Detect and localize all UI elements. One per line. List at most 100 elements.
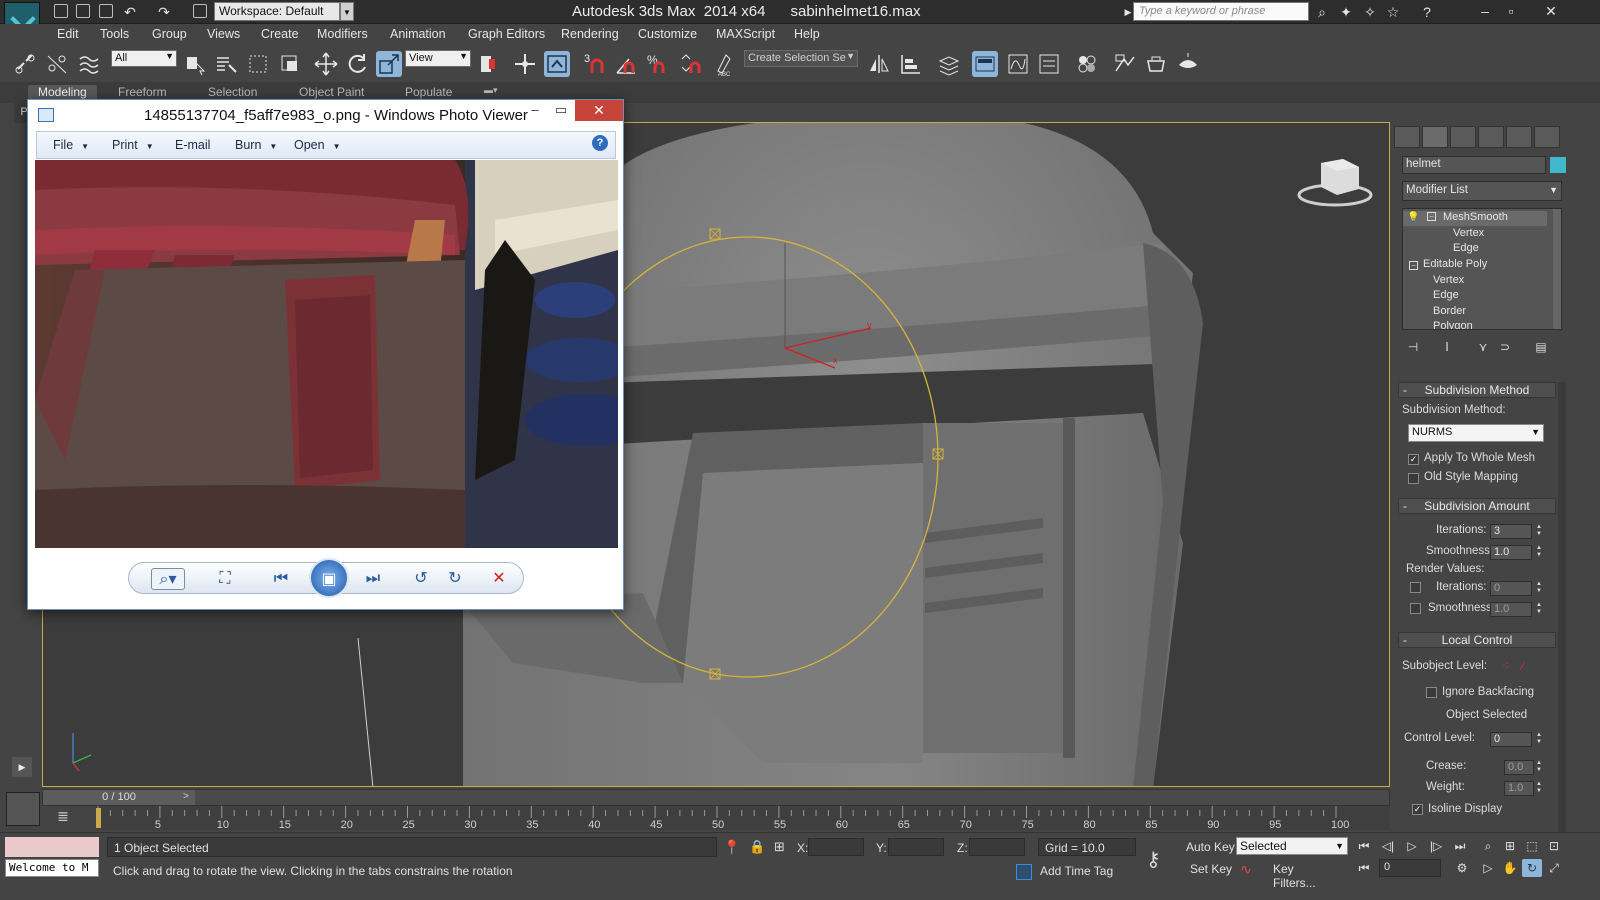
mini-curve-editor-button[interactable]	[6, 792, 40, 826]
actual-size-icon[interactable]: ⛶	[213, 568, 237, 590]
vertex-level-icon[interactable]: ⁖	[1502, 659, 1509, 673]
schematic-view-icon[interactable]	[1036, 51, 1062, 77]
track-bar-ruler[interactable]: 5 10 15 20 25 30 35 40 45 50 55 60 65 70 75 80 85 90 95 100	[96, 806, 1390, 831]
photo-viewer-titlebar[interactable]: 14855137704_f5aff7e983_o.png - Windows P…	[28, 100, 623, 130]
rotate-counterclockwise-icon[interactable]: ↺	[409, 568, 433, 590]
x-coordinate-field[interactable]	[808, 838, 864, 856]
spinner-arrows-icon[interactable]: ▲ ▼	[1536, 732, 1544, 747]
stack-item-vertex[interactable]: Vertex	[1403, 274, 1547, 289]
key-mode-toggle-icon[interactable]: ⏮	[1354, 859, 1374, 877]
spinner-arrows-icon[interactable]: ▲ ▼	[1536, 781, 1544, 796]
motion-tab-icon[interactable]	[1478, 126, 1504, 148]
tab-modeling[interactable]: Modeling	[28, 85, 97, 99]
menu-group[interactable]: Group	[152, 27, 187, 41]
set-key-icon[interactable]: ⚷	[1146, 847, 1161, 872]
slide-show-icon[interactable]: ▣	[309, 558, 349, 598]
expand-panel-icon[interactable]: ▶	[12, 757, 32, 777]
ignore-backfacing-checkbox[interactable]	[1426, 687, 1437, 698]
render-smoothness-checkbox[interactable]	[1410, 603, 1421, 614]
rollout-subdivision-amount[interactable]: - Subdivision Amount	[1398, 498, 1556, 514]
search-input[interactable]: Type a keyword or phrase	[1133, 2, 1309, 21]
angle-snap-icon[interactable]	[613, 51, 639, 77]
time-slider[interactable]: 0 / 100	[43, 790, 195, 805]
key-curve-icon[interactable]: ∿	[1240, 861, 1252, 878]
stack-item-editable-poly[interactable]: Editable Poly	[1403, 258, 1547, 273]
isoline-display-checkbox[interactable]: ✓	[1412, 804, 1423, 815]
select-and-link-icon[interactable]	[12, 51, 38, 77]
menu-views[interactable]: Views	[207, 27, 240, 41]
y-coordinate-field[interactable]	[888, 838, 944, 856]
menu-create[interactable]: Create	[261, 27, 299, 41]
zoom-extents-icon[interactable]: ⬚	[1522, 837, 1542, 855]
named-selection-sets-select[interactable]: Create Selection Se ▼	[744, 50, 858, 67]
stack-item-vertex[interactable]: Vertex	[1403, 227, 1547, 242]
subdivision-method-select[interactable]: NURMS ▼	[1408, 424, 1544, 442]
time-slider-track[interactable]: < 0 / 100 >	[42, 789, 1390, 806]
pv-help-icon[interactable]: ?	[592, 135, 608, 151]
minimize-button[interactable]: –	[1474, 2, 1496, 20]
go-to-end-icon[interactable]: ⏭	[1450, 837, 1470, 855]
iterations-spinner[interactable]: 3	[1490, 524, 1532, 539]
undo-icon[interactable]: ↶	[122, 4, 138, 20]
zoom-extents-all-icon[interactable]: ⊡	[1544, 837, 1564, 855]
rendered-frame-window-icon[interactable]	[1143, 51, 1169, 77]
crease-spinner[interactable]: 0.0	[1504, 760, 1534, 775]
render-iterations-checkbox[interactable]	[1410, 582, 1421, 593]
previous-key-icon[interactable]: ◁|	[1378, 837, 1398, 855]
zoom-icon[interactable]: ⌕▾	[151, 568, 185, 590]
rollout-subdivision-method[interactable]: - Subdivision Method	[1398, 382, 1556, 398]
object-color-swatch[interactable]	[1550, 157, 1566, 173]
maximize-button[interactable]: ▫	[1500, 2, 1522, 20]
display-tab-icon[interactable]	[1506, 126, 1532, 148]
render-iterations-spinner[interactable]: 0	[1490, 581, 1532, 596]
select-and-manipulate-icon[interactable]	[512, 51, 538, 77]
key-mode-select[interactable]: Selected ▼	[1236, 837, 1348, 855]
maximize-viewport-icon[interactable]: ⤢	[1544, 859, 1564, 877]
orbit-icon[interactable]: ↻	[1522, 859, 1542, 877]
pv-menu-print[interactable]: Print ▼	[112, 138, 154, 152]
smoothness-spinner[interactable]: 1.0	[1490, 545, 1532, 560]
photo-viewer-maximize-button[interactable]: ▭	[550, 102, 572, 120]
spinner-arrows-icon[interactable]: ▲ ▼	[1536, 760, 1544, 775]
menu-rendering[interactable]: Rendering	[561, 27, 619, 41]
snaps-toggle-icon[interactable]: 3	[582, 51, 608, 77]
bind-to-space-warp-icon[interactable]	[76, 51, 102, 77]
ribbon-options-icon[interactable]: ▬▾	[484, 85, 498, 96]
menu-animation[interactable]: Animation	[390, 27, 446, 41]
tab-freeform[interactable]: Freeform	[118, 85, 167, 99]
apply-whole-mesh-checkbox[interactable]: ✓	[1408, 454, 1419, 465]
percent-snap-icon[interactable]: %	[645, 51, 671, 77]
stack-item-meshsmooth[interactable]: MeshSmooth	[1403, 211, 1547, 226]
stack-scrollbar[interactable]	[1553, 209, 1561, 329]
save-file-icon[interactable]	[99, 4, 113, 18]
chevron-down-icon[interactable]: ▼	[340, 2, 354, 21]
time-configuration-icon[interactable]: ⚙	[1452, 859, 1472, 877]
rotate-clockwise-icon[interactable]: ↻	[443, 568, 467, 590]
maxscript-mini-listener[interactable]	[5, 837, 99, 857]
next-icon[interactable]: ⏭	[361, 568, 385, 590]
old-style-mapping-checkbox[interactable]	[1408, 473, 1419, 484]
make-unique-icon[interactable]: ⋎	[1474, 340, 1492, 356]
pan-view-hand-icon[interactable]: ✋	[1500, 859, 1520, 877]
pin-stack-icon[interactable]: ⊣	[1404, 340, 1422, 356]
scale-icon[interactable]	[376, 51, 402, 77]
close-button[interactable]: ✕	[1540, 2, 1562, 20]
photo-viewer-minimize-button[interactable]: –	[524, 102, 546, 120]
photo-viewer-close-button[interactable]: ✕	[575, 100, 623, 121]
pivot-center-icon[interactable]	[476, 51, 502, 77]
pv-menu-file[interactable]: File ▼	[53, 138, 89, 152]
mirror-icon[interactable]	[866, 51, 892, 77]
next-frame-icon[interactable]: >	[183, 791, 189, 802]
pv-menu-burn[interactable]: Burn ▼	[235, 138, 277, 152]
new-file-icon[interactable]	[54, 4, 68, 18]
menu-graph-editors[interactable]: Graph Editors	[468, 27, 545, 41]
communication-icon[interactable]: ✧	[1362, 4, 1378, 20]
workspace-select[interactable]: Workspace: Default	[214, 2, 340, 21]
maxscript-input[interactable]: Welcome to M	[5, 859, 99, 877]
stack-item-polygon[interactable]: Polygon	[1403, 320, 1547, 329]
delete-icon[interactable]: ✕	[487, 568, 511, 590]
collapse-icon[interactable]: −	[1409, 261, 1418, 270]
project-folder-icon[interactable]	[193, 4, 207, 18]
menu-customize[interactable]: Customize	[638, 27, 697, 41]
current-frame-field[interactable]: 0	[1379, 859, 1441, 877]
